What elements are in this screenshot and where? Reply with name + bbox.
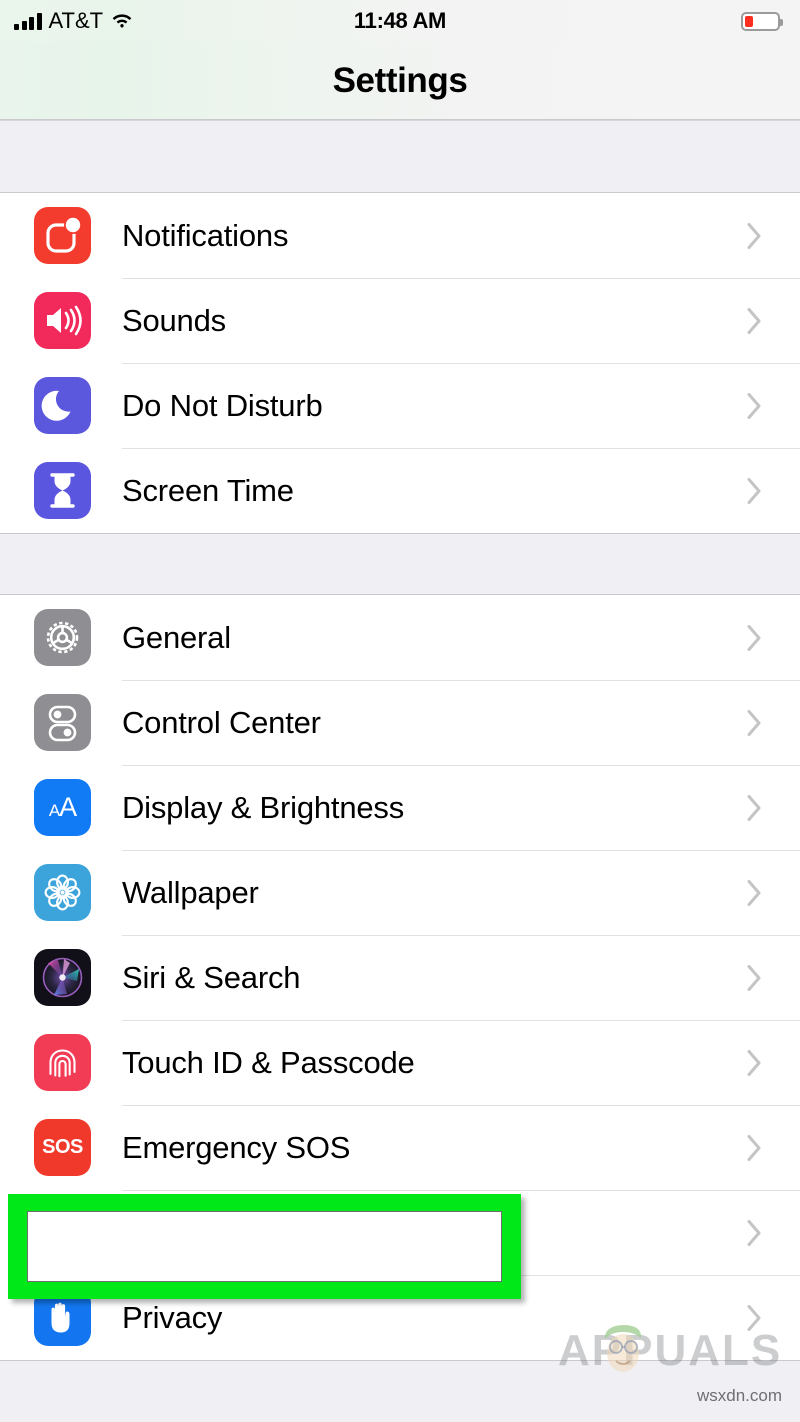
settings-row-emergency-sos[interactable]: SOS Emergency SOS: [0, 1105, 800, 1190]
display-brightness-icon: AA: [34, 779, 91, 836]
chevron-right-icon: [747, 307, 762, 334]
settings-row-label: Screen Time: [122, 473, 294, 508]
chevron-right-icon: [747, 1219, 762, 1246]
settings-row-label: Wallpaper: [122, 875, 259, 910]
settings-row-siri-search[interactable]: Siri & Search: [0, 935, 800, 1020]
notifications-icon: [34, 207, 91, 264]
settings-row-do-not-disturb[interactable]: Do Not Disturb: [0, 363, 800, 448]
clock-label: 11:48 AM: [353, 8, 447, 33]
battery-low-icon: [741, 11, 783, 31]
chevron-right-icon: [747, 1134, 762, 1161]
settings-row-screen-time[interactable]: Screen Time: [0, 448, 800, 533]
chevron-right-icon: [747, 964, 762, 991]
settings-row-battery[interactable]: Battery: [0, 1190, 800, 1275]
navigation-bar: Settings: [0, 42, 800, 120]
settings-row-label: Siri & Search: [122, 960, 301, 995]
settings-row-label: Control Center: [122, 705, 321, 740]
iphone-settings-screen: AT&T 11:48 AM Settings Notifications Sou…: [0, 0, 800, 1422]
settings-row-label: Privacy: [122, 1300, 223, 1335]
status-bar: AT&T 11:48 AM: [0, 0, 800, 42]
settings-group-1: Notifications Sounds Do Not Disturb Scre…: [0, 193, 800, 533]
sos-icon-text: SOS: [42, 1136, 83, 1158]
section-gap-middle: [0, 533, 800, 595]
settings-row-general[interactable]: General: [0, 595, 800, 680]
settings-row-touch-id-passcode[interactable]: Touch ID & Passcode: [0, 1020, 800, 1105]
status-bar-center: 11:48 AM: [0, 0, 800, 42]
settings-row-label: Touch ID & Passcode: [122, 1045, 415, 1080]
settings-row-label: Display & Brightness: [122, 790, 405, 825]
touch-id-icon: [34, 1034, 91, 1091]
section-gap-bottom: [0, 1360, 800, 1422]
settings-row-label: Emergency SOS: [122, 1130, 351, 1165]
page-title: Settings: [332, 60, 468, 100]
site-watermark: wsxdn.com: [696, 1386, 782, 1405]
chevron-right-icon: [747, 709, 762, 736]
emergency-sos-icon: SOS: [34, 1119, 91, 1176]
settings-row-label: Sounds: [122, 303, 226, 338]
display-icon-small-a: A: [48, 801, 60, 820]
chevron-right-icon: [747, 222, 762, 249]
settings-row-sounds[interactable]: Sounds: [0, 278, 800, 363]
chevron-right-icon: [747, 392, 762, 419]
wallpaper-icon: [34, 864, 91, 921]
general-gear-icon: [34, 609, 91, 666]
sounds-icon: [34, 292, 91, 349]
settings-row-label: General: [122, 620, 231, 655]
screen-time-icon: [34, 462, 91, 519]
status-bar-right: [741, 0, 783, 42]
do-not-disturb-icon: [34, 377, 91, 434]
settings-row-label: Battery: [122, 1215, 219, 1250]
control-center-icon: [34, 694, 91, 751]
chevron-right-icon: [747, 794, 762, 821]
chevron-right-icon: [747, 1304, 762, 1331]
section-gap-top: [0, 120, 800, 193]
battery-settings-icon: [34, 1204, 91, 1261]
settings-row-label: Do Not Disturb: [122, 388, 323, 423]
settings-row-wallpaper[interactable]: Wallpaper: [0, 850, 800, 935]
display-icon-big-a: A: [59, 792, 77, 822]
chevron-right-icon: [747, 879, 762, 906]
chevron-right-icon: [747, 624, 762, 651]
chevron-right-icon: [747, 1049, 762, 1076]
privacy-hand-icon: [34, 1289, 91, 1346]
settings-group-2: General Control Center AA Display & Brig…: [0, 595, 800, 1360]
siri-icon: [34, 949, 91, 1006]
settings-row-privacy[interactable]: Privacy: [0, 1275, 800, 1360]
settings-row-display-brightness[interactable]: AA Display & Brightness: [0, 765, 800, 850]
chevron-right-icon: [747, 477, 762, 504]
settings-row-notifications[interactable]: Notifications: [0, 193, 800, 278]
settings-row-label: Notifications: [122, 218, 289, 253]
settings-row-control-center[interactable]: Control Center: [0, 680, 800, 765]
